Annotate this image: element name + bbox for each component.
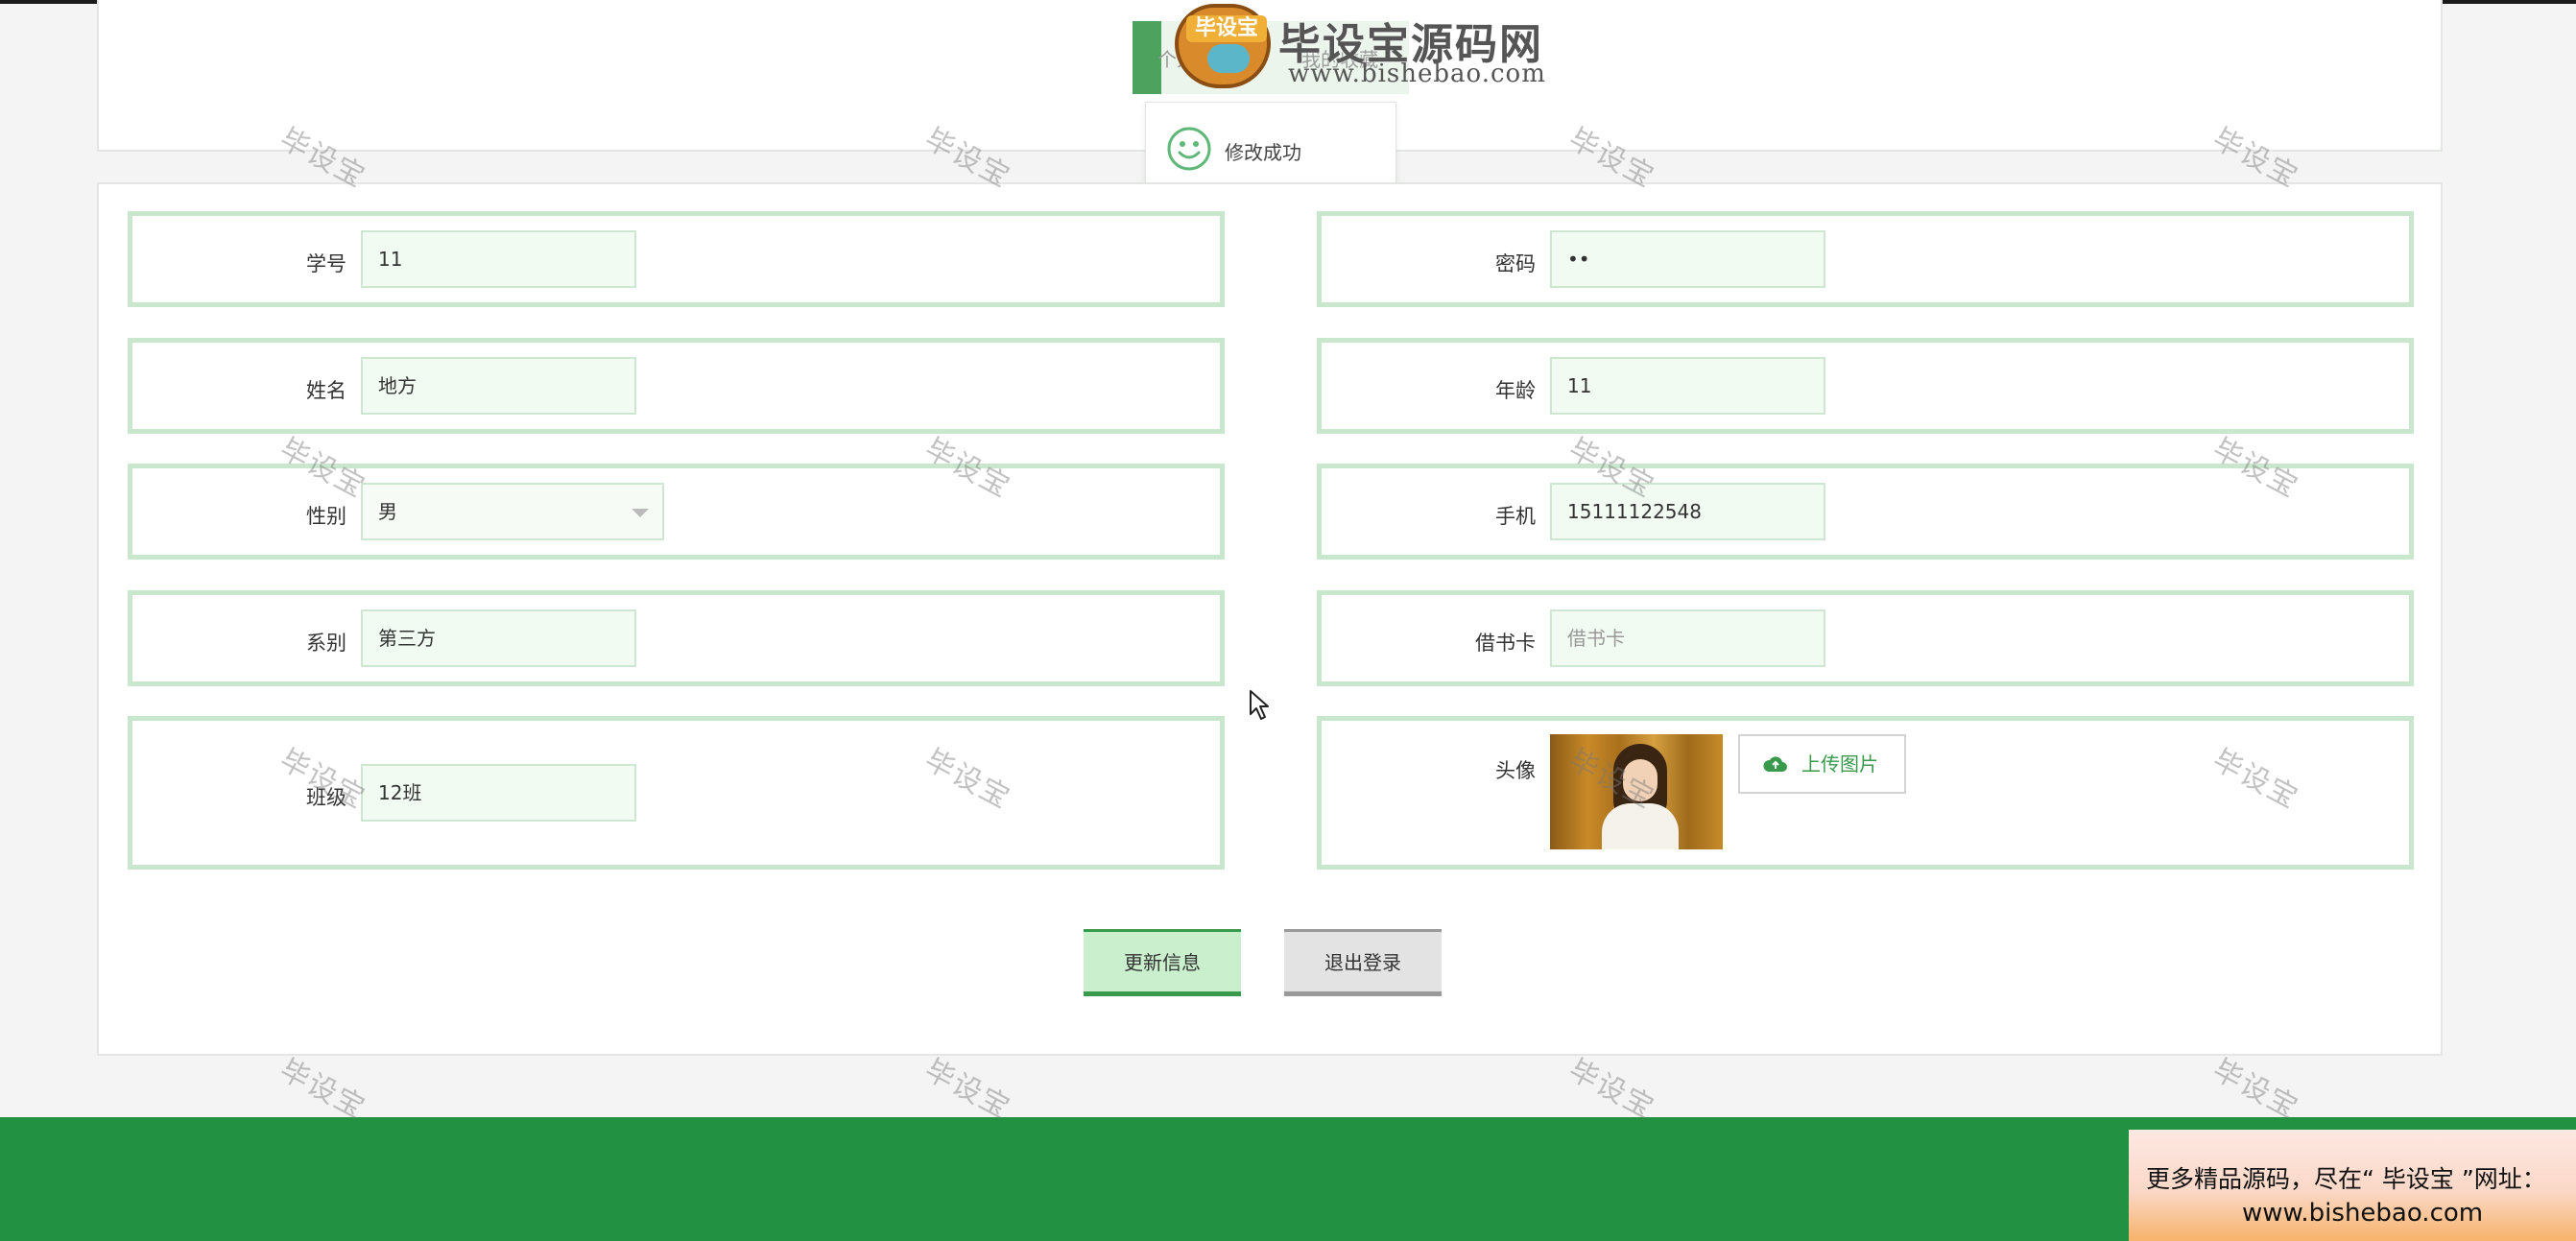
mascot-label: 毕设宝 <box>1186 15 1267 42</box>
field-password: 密码 •• <box>1317 211 2414 307</box>
field-library-card: 借书卡 借书卡 <box>1317 590 2414 686</box>
logo-url: www.bishebao.com <box>1288 60 1546 88</box>
ad-banner[interactable]: 更多精品源码，尽在“ 毕设宝 ”网址： www.bishebao.com <box>2129 1130 2576 1241</box>
name-label: 姓名 <box>306 379 346 402</box>
field-avatar: 头像 上传图片 <box>1317 716 2414 870</box>
phone-input[interactable]: 15111122548 <box>1550 483 1825 540</box>
gender-label: 性别 <box>306 505 346 528</box>
age-label: 年龄 <box>1495 379 1536 402</box>
age-input[interactable]: 11 <box>1550 357 1825 415</box>
toast-message: 修改成功 <box>1225 141 1301 164</box>
name-input[interactable]: 地方 <box>361 357 636 415</box>
watermark: 毕设宝 <box>918 1053 1016 1127</box>
watermark: 毕设宝 <box>1562 1053 1660 1127</box>
library-card-input[interactable]: 借书卡 <box>1550 609 1825 667</box>
field-age: 年龄 11 <box>1317 338 2414 434</box>
mascot-icon: 毕设宝 <box>1175 4 1271 88</box>
gender-select-value: 男 <box>378 500 397 523</box>
class-label: 班级 <box>306 786 346 809</box>
student-id-input[interactable]: 11 <box>361 230 636 288</box>
success-toast: 修改成功 <box>1145 102 1396 194</box>
mouse-cursor-icon <box>1250 690 1269 720</box>
field-gender: 性别 男 <box>128 464 1225 560</box>
watermark: 毕设宝 <box>2206 1053 2304 1127</box>
logout-button[interactable]: 退出登录 <box>1284 929 1442 996</box>
avatar-image <box>1550 734 1723 849</box>
cloud-upload-icon <box>1763 756 1787 772</box>
field-department: 系别 第三方 <box>128 590 1225 686</box>
avatar-label: 头像 <box>1495 759 1536 782</box>
field-phone: 手机 15111122548 <box>1317 464 2414 560</box>
chevron-down-icon <box>632 509 649 517</box>
profile-form-panel: 学号 11 密码 •• 姓名 地方 年龄 11 性别 男 手机 15111122… <box>97 182 2443 1056</box>
phone-label: 手机 <box>1495 505 1536 528</box>
site-logo-watermark: 毕设宝 毕设宝源码网 www.bishebao.com <box>1165 0 1549 96</box>
upload-image-button[interactable]: 上传图片 <box>1738 734 1906 794</box>
department-label: 系别 <box>306 632 346 655</box>
upload-image-label: 上传图片 <box>1801 752 1878 776</box>
mascot-face <box>1207 44 1250 73</box>
watermark: 毕设宝 <box>274 1053 371 1127</box>
field-name: 姓名 地方 <box>128 338 1225 434</box>
gender-select[interactable]: 男 <box>361 483 664 540</box>
smile-icon <box>1167 127 1211 171</box>
password-input[interactable]: •• <box>1550 230 1825 288</box>
ad-line-2: www.bishebao.com <box>2242 1199 2484 1228</box>
class-input[interactable]: 12班 <box>361 764 636 822</box>
field-class: 班级 12班 <box>128 716 1225 870</box>
student-id-label: 学号 <box>306 252 346 275</box>
update-info-button[interactable]: 更新信息 <box>1084 929 1241 996</box>
field-student-id: 学号 11 <box>128 211 1225 307</box>
password-label: 密码 <box>1495 252 1536 275</box>
ad-line-1: 更多精品源码，尽在“ 毕设宝 ”网址： <box>2146 1165 2546 1193</box>
library-card-label: 借书卡 <box>1475 632 1536 655</box>
department-input[interactable]: 第三方 <box>361 609 636 667</box>
